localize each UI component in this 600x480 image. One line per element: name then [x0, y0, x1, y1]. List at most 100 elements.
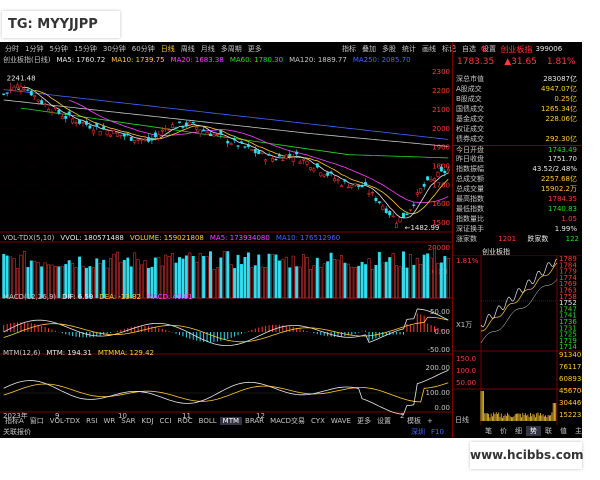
- stats-table: 深总市值 283087亿 A股成交 4947.07亿 B股成交 0.25亿 国债成交 1265…: [453, 75, 582, 235]
- volume-bar: [371, 269, 374, 299]
- period-tab-2[interactable]: 5分钟: [49, 44, 67, 54]
- indicator-tab-11[interactable]: BRAR: [242, 417, 267, 425]
- last-price: 1783.35: [457, 57, 495, 67]
- indicator-tab-5[interactable]: SAR: [118, 417, 138, 425]
- period-tab-6[interactable]: 日线: [161, 44, 175, 54]
- linked-quote-label[interactable]: 关联报价: [3, 427, 31, 437]
- volume-bar: [205, 256, 209, 299]
- period-tab-5[interactable]: 60分钟: [132, 44, 155, 54]
- volume-bar: [367, 258, 371, 299]
- template-tab-0[interactable]: 模板: [404, 416, 424, 426]
- candle-body: [102, 126, 106, 130]
- indicator-tab-6[interactable]: KDJ: [139, 417, 157, 425]
- period-tab-8[interactable]: 月线: [201, 44, 215, 54]
- status-right: 深圳 F10: [408, 427, 447, 437]
- candle-body: [174, 127, 178, 129]
- mini-left-label: 50.00: [456, 379, 476, 387]
- price-axis-label: 2200: [432, 87, 450, 95]
- tool-button-1[interactable]: 叠加: [362, 44, 376, 54]
- stat-label: A股成交: [456, 85, 482, 93]
- period-tab-3[interactable]: 15分钟: [74, 44, 97, 54]
- candle-body: [140, 139, 144, 141]
- candle-body: [243, 146, 247, 148]
- indicator-tab-13[interactable]: CYX: [308, 417, 328, 425]
- mini-tab-6[interactable]: 主: [571, 426, 582, 436]
- candle-body: [88, 125, 92, 129]
- candle-body: [47, 109, 50, 112]
- mini-volume-label: 304469: [559, 399, 582, 407]
- percent-change: 1.81%: [546, 57, 576, 67]
- dea-line: [3, 316, 449, 343]
- ma-legend-item-4: MA120: 1889.77: [289, 56, 347, 64]
- candle-body: [429, 179, 433, 182]
- indicator-tab-16[interactable]: 设置: [374, 416, 394, 426]
- mini-tab-2[interactable]: 细: [511, 426, 526, 436]
- volume-bar: [339, 255, 343, 299]
- indicator-tab-9[interactable]: BOLL: [196, 417, 220, 425]
- volume-bar: [429, 257, 433, 299]
- ma-legend: 创业板指(日线) MA5: 1760.72 MA10: 1739.75 MA20: 1…: [3, 55, 417, 65]
- candle-body: [95, 123, 99, 127]
- candle-body: [5, 92, 9, 94]
- tool-button-4[interactable]: 画线: [422, 44, 436, 54]
- candle-body: [212, 133, 216, 137]
- stat-row: A股成交 4947.07亿: [453, 85, 582, 94]
- period-tab-1[interactable]: 1分钟: [25, 44, 43, 54]
- volume-bar: [402, 251, 405, 299]
- indicator-tab-12[interactable]: MACD交易: [267, 416, 308, 426]
- indicator-tab-1[interactable]: 窗口: [27, 416, 47, 426]
- candle-body: [329, 171, 333, 174]
- volume-bar: [226, 251, 230, 299]
- stat-label: 昨日收盘: [456, 155, 484, 163]
- indicator-tab-7[interactable]: CCI: [157, 417, 175, 425]
- mtmma-line: [3, 382, 449, 403]
- mini-tab-1[interactable]: 价: [496, 426, 511, 436]
- volume-bar: [305, 256, 309, 299]
- mtm-legend: MTM(12,6) MTM: 194.31 MTMMA: 129.42: [3, 348, 160, 357]
- mini-tab-4[interactable]: 联: [541, 426, 556, 436]
- candle-body: [157, 134, 161, 139]
- candle-body: [150, 138, 154, 141]
- status-item-1[interactable]: F10: [428, 428, 447, 436]
- stat-label: 指数振幅: [456, 165, 484, 173]
- mini-tab-0[interactable]: 笔: [481, 426, 496, 436]
- period-tab-4[interactable]: 30分钟: [103, 44, 126, 54]
- mtm-line: [3, 370, 449, 415]
- indicator-tab-3[interactable]: RSI: [83, 417, 100, 425]
- candle-body: [250, 149, 254, 151]
- period-tab-9[interactable]: 多周期: [221, 44, 242, 54]
- tool-button-2[interactable]: 多股: [382, 44, 396, 54]
- period-tab-0[interactable]: 分时: [5, 44, 19, 54]
- volume-bar: [377, 251, 381, 299]
- stat-value: 1265.34亿: [541, 105, 577, 113]
- candle-body: [126, 133, 130, 136]
- mini-tab-5[interactable]: 值: [556, 426, 571, 436]
- volume-bar: [388, 257, 392, 299]
- chart-area[interactable]: 2300220021002000190018001700160015002241…: [0, 66, 452, 430]
- indicator-tab-2[interactable]: VOL-TDX: [47, 417, 83, 425]
- index-quote: 1783.35 ▲31.65 1.81%: [453, 56, 582, 68]
- price-axis-label: 2300: [432, 68, 450, 76]
- candle-body: [33, 95, 37, 98]
- candle-body: [267, 154, 271, 156]
- candle-body: [64, 116, 68, 119]
- indicator-tab-8[interactable]: ROC: [174, 417, 195, 425]
- indicator-tab-4[interactable]: WR: [100, 417, 118, 425]
- indicator-tab-10[interactable]: MTM: [219, 417, 243, 425]
- indicator-tab-14[interactable]: WAVE: [328, 417, 354, 425]
- period-tab-10[interactable]: 更多: [248, 44, 262, 54]
- candle-body: [164, 128, 168, 130]
- tool-button-3[interactable]: 统计: [402, 44, 416, 54]
- candle-body: [147, 137, 150, 142]
- template-tab-1[interactable]: +: [424, 417, 436, 425]
- candle-body: [443, 170, 447, 174]
- indicator-tab-15[interactable]: 更多: [354, 416, 374, 426]
- period-tab-7[interactable]: 周线: [181, 44, 195, 54]
- status-item-0[interactable]: 深圳: [408, 427, 428, 437]
- indicator-tab-0[interactable]: 指标A: [2, 416, 27, 426]
- intraday-mini-chart[interactable]: 1.81%X1万150.0100.050.0017891784177917741…: [453, 255, 582, 425]
- candle-body: [136, 139, 140, 141]
- tool-button-0[interactable]: 指标: [342, 44, 356, 54]
- candle-body: [433, 178, 436, 181]
- mini-tab-3[interactable]: 势: [526, 426, 541, 436]
